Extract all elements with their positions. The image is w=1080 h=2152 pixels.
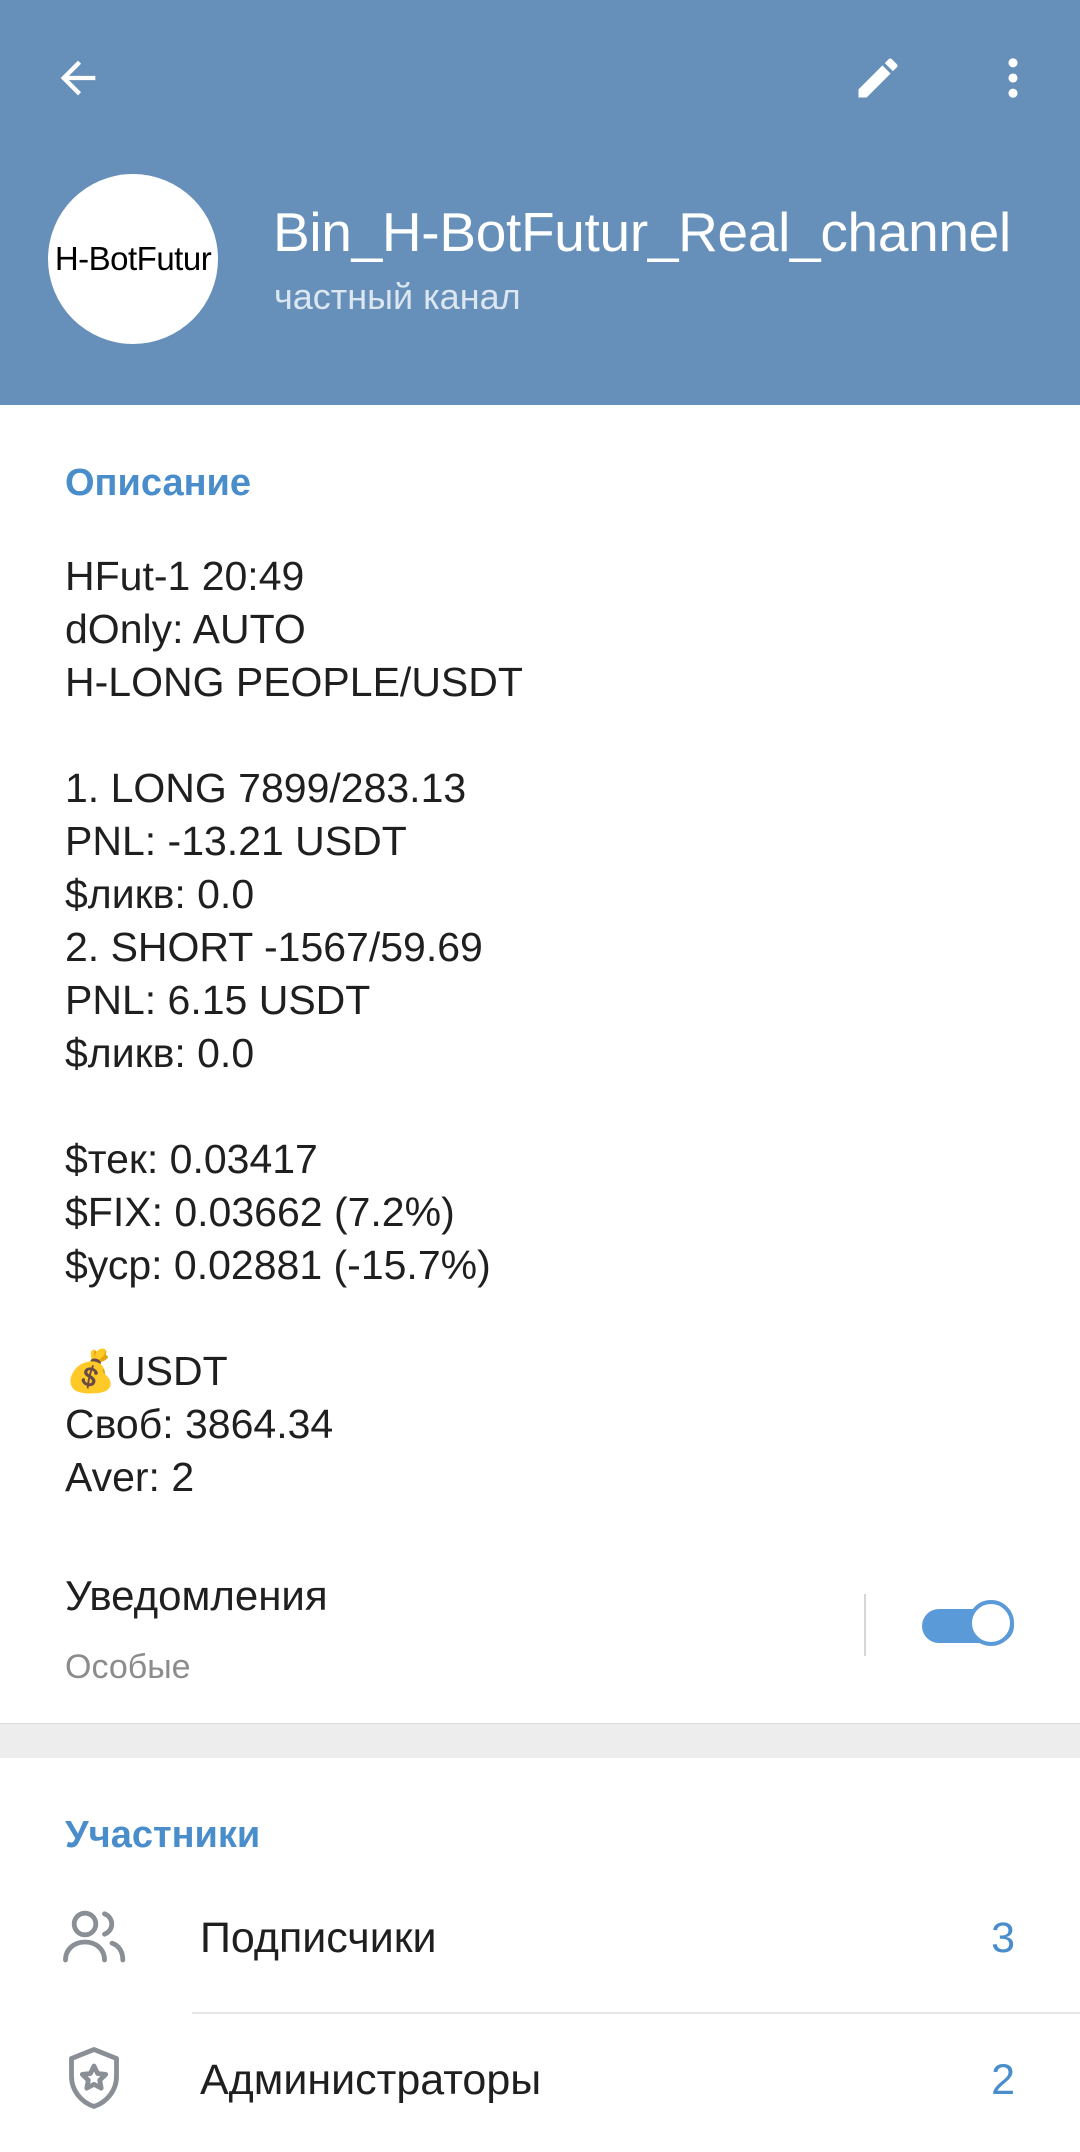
description-line [65, 709, 1025, 762]
channel-description: HFut-1 20:49 dOnly: AUTO H-LONG PEOPLE/U… [65, 550, 1025, 1504]
administrators-label: Администраторы [200, 2056, 542, 2104]
channel-header: H-BotFutur Bin_H-BotFutur_Real_channel ч… [0, 0, 1080, 405]
description-line: Aver: 2 [65, 1454, 195, 1500]
more-options-button[interactable] [973, 38, 1053, 118]
notifications-toggle[interactable] [922, 1598, 1018, 1652]
notifications-label[interactable]: Уведомления [65, 1572, 328, 1620]
description-line: 💰USDT [65, 1348, 228, 1394]
toggle-knob [968, 1600, 1014, 1646]
description-line: $уср: 0.02881 (-15.7%) [65, 1242, 491, 1288]
admin-shield-icon [58, 2042, 130, 2114]
subscribers-label: Подписчики [200, 1914, 437, 1962]
more-vertical-icon [1008, 58, 1018, 98]
notifications-value: Особые [65, 1648, 191, 1686]
description-line: H-LONG PEOPLE/USDT [65, 659, 523, 705]
pencil-icon [858, 58, 898, 98]
avatar-logo-text: H-BotFutur [54, 240, 212, 277]
description-line [65, 1292, 1025, 1345]
administrators-row[interactable]: Администраторы 2 [0, 2012, 1080, 2152]
description-line: 1. LONG 7899/283.13 [65, 765, 467, 811]
description-line [65, 1080, 1025, 1133]
description-line: PNL: -13.21 USDT [65, 818, 407, 864]
description-line: 2. SHORT -1567/59.69 [65, 924, 483, 970]
notifications-divider [864, 1594, 866, 1656]
users-icon [58, 1900, 130, 1972]
channel-avatar[interactable]: H-BotFutur [48, 174, 218, 344]
description-heading: Описание [65, 462, 252, 504]
description-line: $тек: 0.03417 [65, 1136, 318, 1182]
description-line: PNL: 6.15 USDT [65, 977, 371, 1023]
description-line: $ликв: 0.0 [65, 871, 255, 917]
arrow-left-icon [60, 60, 96, 96]
channel-title: Bin_H-BotFutur_Real_channel [273, 201, 1011, 263]
description-line: dOnly: AUTO [65, 606, 306, 652]
edit-button[interactable] [838, 38, 918, 118]
section-divider [0, 1723, 1080, 1758]
description-line: HFut-1 20:49 [65, 553, 305, 599]
back-button[interactable] [38, 38, 118, 118]
description-line: $FIX: 0.03662 (7.2%) [65, 1189, 455, 1235]
members-heading: Участники [65, 1814, 261, 1856]
subscribers-count: 3 [991, 1914, 1015, 1962]
description-line: $ликв: 0.0 [65, 1030, 255, 1076]
channel-type-subtitle: частный канал [274, 276, 521, 317]
administrators-count: 2 [991, 2056, 1015, 2104]
description-line: Своб: 3864.34 [65, 1401, 334, 1447]
subscribers-row[interactable]: Подписчики 3 [0, 1870, 1080, 2010]
